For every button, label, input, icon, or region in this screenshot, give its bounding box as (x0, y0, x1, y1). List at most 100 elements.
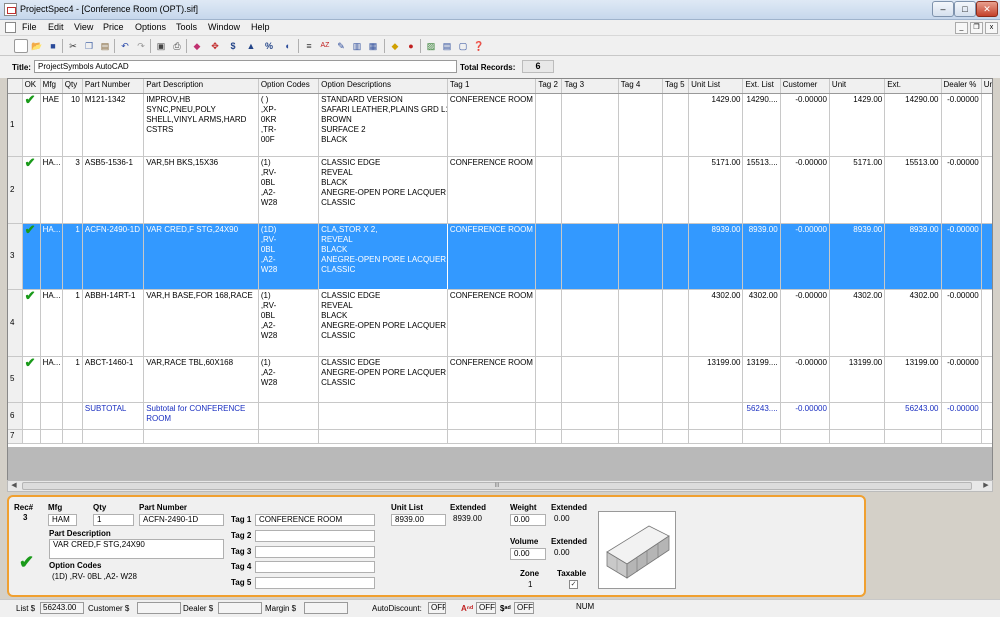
uni-cell[interactable] (981, 156, 992, 224)
copy-icon[interactable]: ❐ (82, 39, 96, 53)
column-header[interactable]: OK (22, 79, 41, 94)
tag1-cell[interactable]: CONFERENCE ROOM (447, 93, 537, 157)
table-row[interactable]: 6 SUBTOTAL Subtotal for CONFERENCE ROOM 5624… (8, 402, 992, 430)
column-header[interactable]: Option Descriptions (318, 79, 448, 94)
print-preview-icon[interactable]: ▣ (154, 39, 168, 53)
option-descriptions-cell[interactable]: CLASSIC EDGE REVEAL BLACK ANEGRE-OPEN PORE … (318, 289, 448, 357)
unit-cell[interactable] (829, 402, 886, 430)
option-codes-cell[interactable]: (1D) ,RV- 0BL ,A2- W28 (258, 223, 320, 290)
tag2-cell[interactable] (535, 289, 563, 357)
tag1-cell[interactable]: CONFERENCE ROOM (447, 356, 537, 403)
customer-cell[interactable] (780, 429, 830, 444)
part-description-cell[interactable]: IMPROV,HB SYNC,PNEU,POLY SHELL,VINYL ARMS,… (143, 93, 259, 157)
tag5-field[interactable] (255, 577, 375, 589)
column-header[interactable]: Tag 2 (535, 79, 563, 94)
option-descriptions-cell[interactable] (318, 429, 448, 444)
table-row[interactable]: 4 ✔ HA... 1 ABBH-14RT-1 VAR,H BASE,FOR 168,RA… (8, 289, 992, 357)
column-header[interactable]: Tag 4 (618, 79, 664, 94)
column-header[interactable]: Tag 5 (662, 79, 690, 94)
report-icon[interactable]: ▤ (440, 39, 454, 53)
column-header[interactable]: Part Number (82, 79, 145, 94)
qty-cell[interactable] (62, 429, 83, 444)
table-row[interactable]: 1 ✔ HAE 10 M121-1342 IMPROV,HB SYNC,PNEU,POLY S… (8, 93, 992, 157)
dealer-percent-cell[interactable] (941, 429, 982, 444)
tag3-cell[interactable] (561, 156, 619, 224)
tag5-cell[interactable] (662, 289, 690, 357)
mdi-restore-button[interactable]: ❐ (970, 22, 983, 34)
ext-list-cell[interactable]: 56243.... (742, 402, 781, 430)
uni-cell[interactable] (981, 402, 992, 430)
menu-price[interactable]: Price (103, 22, 124, 32)
tag5-cell[interactable] (662, 402, 690, 430)
mfg-field[interactable]: HAM (48, 514, 77, 526)
unit-cell[interactable]: 5171.00 (829, 156, 886, 224)
mfg-cell[interactable]: HA... (40, 223, 63, 290)
new-icon[interactable] (14, 39, 28, 53)
ext-cell[interactable]: 8939.00 (884, 223, 942, 290)
part-number-cell[interactable]: M121-1342 (82, 93, 145, 157)
uni-cell[interactable] (981, 93, 992, 157)
sort-icon[interactable]: ≡ (302, 39, 316, 53)
catalog-icon[interactable]: ▥ (350, 39, 364, 53)
mdi-close-button[interactable]: x (985, 22, 998, 34)
ext-cell[interactable]: 14290.00 (884, 93, 942, 157)
tag4-cell[interactable] (618, 156, 664, 224)
column-header[interactable]: Mfg (40, 79, 63, 94)
unit-list-cell[interactable]: 8939.00 (688, 223, 744, 290)
option-codes-cell[interactable] (258, 429, 320, 444)
mfg-cell[interactable]: HA... (40, 156, 63, 224)
tag5-cell[interactable] (662, 356, 690, 403)
items-grid[interactable]: OK Mfg Qty Part Number Part Description Optio… (7, 78, 993, 448)
customer-cell[interactable]: -0.00000 (780, 93, 830, 157)
mfg-cell[interactable] (40, 429, 63, 444)
image-icon[interactable]: ▨ (424, 39, 438, 53)
option-codes-cell[interactable]: ( ) ,XP- 0KR ,TR- 00F (258, 93, 320, 157)
column-header[interactable]: Tag 1 (447, 79, 537, 94)
tag3-cell[interactable] (561, 402, 619, 430)
qty-cell[interactable]: 10 (62, 93, 83, 157)
part-description-cell[interactable]: VAR,RACE TBL,60X168 (143, 356, 259, 403)
option-codes-field[interactable]: (1D) ,RV- 0BL ,A2- W28 (49, 572, 224, 584)
move-icon[interactable]: ✥ (208, 39, 222, 53)
uni-cell[interactable]: 1 (981, 356, 992, 403)
part-description-cell[interactable]: VAR,5H BKS,15X36 (143, 156, 259, 224)
tag1-cell[interactable]: CONFERENCE ROOM (447, 156, 537, 224)
customer-cell[interactable]: -0.00000 (780, 402, 830, 430)
volume-field[interactable]: 0.00 (510, 548, 546, 560)
sort-az-icon[interactable]: AZ (318, 39, 332, 53)
tag4-field[interactable] (255, 561, 375, 573)
ok-cell[interactable]: ✔ (22, 356, 41, 403)
tag5-cell[interactable] (662, 93, 690, 157)
column-header[interactable]: Unit List (688, 79, 744, 94)
part-number-cell[interactable]: SUBTOTAL (82, 402, 145, 430)
dealer-percent-cell[interactable]: -0.00000 (941, 289, 982, 357)
part-description-field[interactable]: VAR CRED,F STG,24X90 (49, 539, 224, 559)
autodiscount-value[interactable]: OFF (428, 602, 446, 614)
column-header[interactable]: Tag 3 (561, 79, 619, 94)
dealer-percent-cell[interactable]: -0.00000 (941, 93, 982, 157)
qty-cell[interactable]: 3 (62, 156, 83, 224)
option-codes-cell[interactable]: (1) ,A2- W28 (258, 356, 320, 403)
column-header[interactable]: Part Description (143, 79, 259, 94)
column-header[interactable]: Ext. List (742, 79, 781, 94)
help-icon[interactable]: ❓ (472, 39, 486, 53)
ext-list-cell[interactable]: 15513.... (742, 156, 781, 224)
part-number-cell[interactable]: ABBH-14RT-1 (82, 289, 145, 357)
print-icon[interactable]: ⎙ (170, 39, 184, 53)
scroll-left-icon[interactable]: ◀ (8, 481, 20, 491)
mfg-cell[interactable] (40, 402, 63, 430)
menu-view[interactable]: View (74, 22, 93, 32)
tag4-cell[interactable] (618, 356, 664, 403)
tag4-cell[interactable] (618, 223, 664, 290)
qty-cell[interactable]: 1 (62, 356, 83, 403)
table-row[interactable]: 2 ✔ HA... 3 ASB5-1536-1 VAR,5H BKS,15X36 (1) ,R… (8, 156, 992, 224)
ext-cell[interactable]: 4302.00 (884, 289, 942, 357)
tag-icon[interactable]: ◖ (280, 39, 294, 53)
document-icon[interactable] (5, 22, 16, 33)
ext-list-cell[interactable]: 13199.... (742, 356, 781, 403)
option-descriptions-cell[interactable]: CLASSIC EDGE REVEAL BLACK ANEGRE-OPEN PORE … (318, 156, 448, 224)
unit-list-cell[interactable] (688, 402, 744, 430)
customer-cell[interactable]: -0.00000 (780, 356, 830, 403)
zone-value[interactable]: 1 (525, 580, 541, 592)
tag2-cell[interactable] (535, 429, 563, 444)
